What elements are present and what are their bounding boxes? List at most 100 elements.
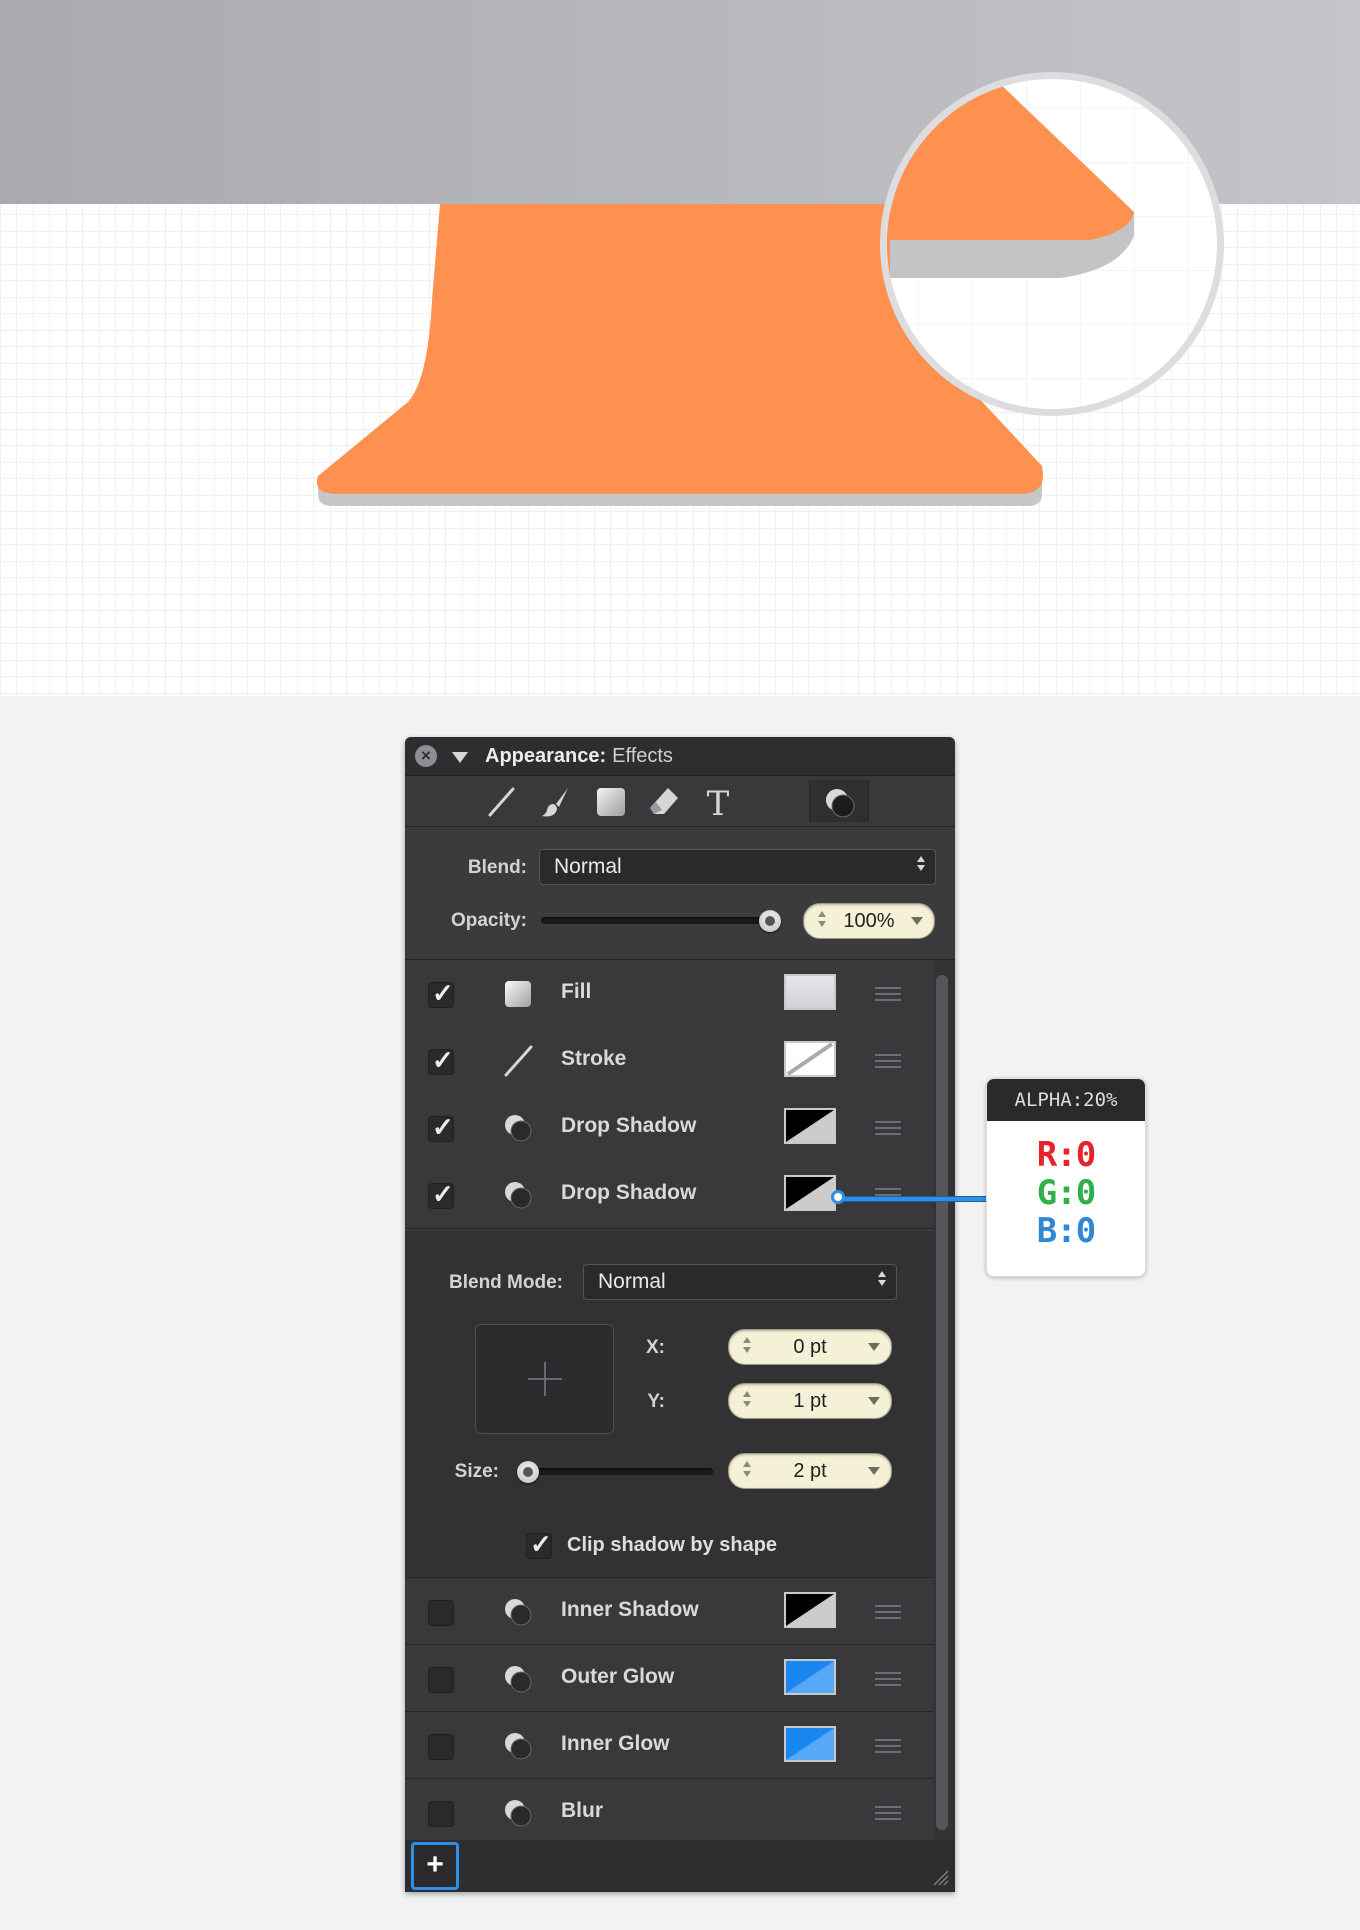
- color-swatch[interactable]: [784, 1659, 836, 1695]
- y-offset-stepper[interactable]: 1 pt: [728, 1383, 892, 1419]
- add-effect-button[interactable]: +: [411, 1842, 459, 1890]
- drag-handle-icon[interactable]: [875, 1739, 901, 1757]
- panel-title-bar: × Appearance: Effects: [405, 737, 955, 776]
- effect-checkbox[interactable]: [428, 1734, 454, 1760]
- color-callout: ALPHA:20% R:0 G:0 B:0: [986, 1078, 1146, 1277]
- brush-tool-icon: [542, 788, 568, 817]
- fill-tool-icon: [597, 788, 625, 816]
- eraser-tool-button[interactable]: [635, 780, 693, 822]
- color-swatch[interactable]: [784, 1592, 836, 1628]
- blend-mode-select[interactable]: Normal: [583, 1264, 897, 1300]
- color-swatch[interactable]: [784, 1041, 836, 1077]
- effect-checkbox[interactable]: ✓: [428, 1112, 454, 1142]
- size-stepper[interactable]: 2 pt: [728, 1453, 892, 1489]
- x-offset-stepper[interactable]: 0 pt: [728, 1329, 892, 1365]
- canvas-artboard: [0, 0, 1360, 696]
- resize-grip-icon[interactable]: [930, 1867, 950, 1887]
- drag-handle-icon[interactable]: [875, 1054, 901, 1072]
- checkmark-icon: ✓: [530, 1529, 552, 1559]
- panel-title: Appearance: Effects: [485, 745, 673, 768]
- effect-row[interactable]: Inner Shadow: [405, 1577, 933, 1646]
- shadow-icon: [501, 1662, 535, 1696]
- fill-icon: [501, 977, 535, 1011]
- chevron-down-icon[interactable]: [868, 1397, 880, 1405]
- drag-handle-icon[interactable]: [875, 1672, 901, 1690]
- close-icon[interactable]: ×: [415, 745, 437, 767]
- line-tool-icon: [488, 787, 515, 817]
- color-swatch[interactable]: [784, 1726, 836, 1762]
- chevron-down-icon[interactable]: [868, 1467, 880, 1475]
- opacity-stepper[interactable]: 100%: [803, 903, 935, 939]
- checkmark-icon: ✓: [432, 1112, 454, 1142]
- opacity-slider-knob[interactable]: [759, 910, 781, 932]
- effect-row[interactable]: ✓ Drop Shadow: [405, 1161, 933, 1229]
- appearance-panel: × Appearance: Effects T Blend: Normal Op…: [405, 737, 955, 1892]
- disclosure-triangle-icon[interactable]: [452, 752, 468, 763]
- effect-name: Inner Glow: [561, 1732, 670, 1755]
- effect-checkbox[interactable]: ✓: [428, 1045, 454, 1075]
- checkmark-icon: ✓: [432, 1179, 454, 1209]
- eraser-tool-icon: [650, 788, 678, 814]
- color-callout-connector: [838, 1196, 986, 1202]
- blend-select[interactable]: Normal: [539, 849, 936, 885]
- color-callout-dot: [831, 1190, 845, 1204]
- panel-title-label: Appearance:: [485, 745, 607, 767]
- alpha-readout: ALPHA:20%: [987, 1079, 1145, 1121]
- effects-tool-button[interactable]: [809, 780, 869, 822]
- effect-row[interactable]: ✓ Fill: [405, 960, 933, 1028]
- blend-mode-label: Blend Mode:: [449, 1272, 563, 1293]
- checkmark-icon: ✓: [432, 1045, 454, 1075]
- effects-tool-icon: [826, 789, 855, 818]
- effect-checkbox[interactable]: ✓: [428, 1179, 454, 1209]
- blue-value: B:0: [1036, 1211, 1096, 1251]
- fill-tool-button[interactable]: [581, 780, 639, 822]
- blend-label: Blend:: [467, 857, 527, 878]
- shadow-icon: [501, 1796, 535, 1830]
- color-swatch[interactable]: [784, 974, 836, 1010]
- y-offset-value: 1 pt: [793, 1390, 827, 1412]
- size-slider-knob[interactable]: [517, 1461, 539, 1483]
- clip-shadow-checkbox[interactable]: ✓: [526, 1529, 552, 1559]
- drag-handle-icon[interactable]: [875, 987, 901, 1005]
- chevron-down-icon[interactable]: [868, 1343, 880, 1351]
- color-swatch[interactable]: [784, 1108, 836, 1144]
- effect-name: Stroke: [561, 1047, 627, 1070]
- effect-checkbox[interactable]: [428, 1667, 454, 1693]
- appearance-toolbar: T: [405, 776, 955, 827]
- stroke-icon: [501, 1044, 535, 1078]
- panel-bottom-bar: [405, 1840, 955, 1892]
- y-label: Y:: [647, 1391, 665, 1412]
- effect-row[interactable]: ✓ Drop Shadow: [405, 1094, 933, 1162]
- opacity-slider-track[interactable]: [541, 917, 781, 924]
- text-tool-button[interactable]: T: [689, 780, 747, 822]
- clip-shadow-label: Clip shadow by shape: [567, 1534, 778, 1556]
- size-slider-track[interactable]: [517, 1468, 713, 1475]
- drag-handle-icon[interactable]: [875, 1121, 901, 1139]
- effect-row[interactable]: Blur: [405, 1778, 933, 1847]
- drag-handle-icon[interactable]: [875, 1605, 901, 1623]
- x-offset-value: 0 pt: [793, 1336, 827, 1358]
- effect-checkbox[interactable]: [428, 1801, 454, 1827]
- effect-row[interactable]: Outer Glow: [405, 1644, 933, 1713]
- select-arrows-icon: [917, 856, 925, 871]
- scrollbar-thumb[interactable]: [936, 975, 948, 1830]
- chevron-down-icon[interactable]: [911, 917, 923, 925]
- red-value: R:0: [1036, 1135, 1096, 1175]
- blend-select-value: Normal: [554, 855, 622, 878]
- crosshair-icon-vertical: [544, 1362, 546, 1396]
- drag-handle-icon[interactable]: [875, 1806, 901, 1824]
- effect-row[interactable]: ✓ Stroke: [405, 1027, 933, 1095]
- line-tool-button[interactable]: [473, 780, 531, 822]
- effect-checkbox[interactable]: ✓: [428, 978, 454, 1008]
- effect-row[interactable]: Inner Glow: [405, 1711, 933, 1780]
- shadow-offset-preview[interactable]: [475, 1324, 614, 1434]
- text-tool-glyph: T: [707, 784, 730, 822]
- panel-subtitle: Effects: [612, 745, 673, 767]
- shadow-icon: [501, 1729, 535, 1763]
- checkmark-icon: ✓: [432, 978, 454, 1008]
- brush-tool-button[interactable]: [527, 780, 585, 822]
- size-label: Size:: [454, 1461, 499, 1482]
- effect-checkbox[interactable]: [428, 1600, 454, 1626]
- effect-name: Fill: [561, 980, 592, 1003]
- color-swatch[interactable]: [784, 1175, 836, 1211]
